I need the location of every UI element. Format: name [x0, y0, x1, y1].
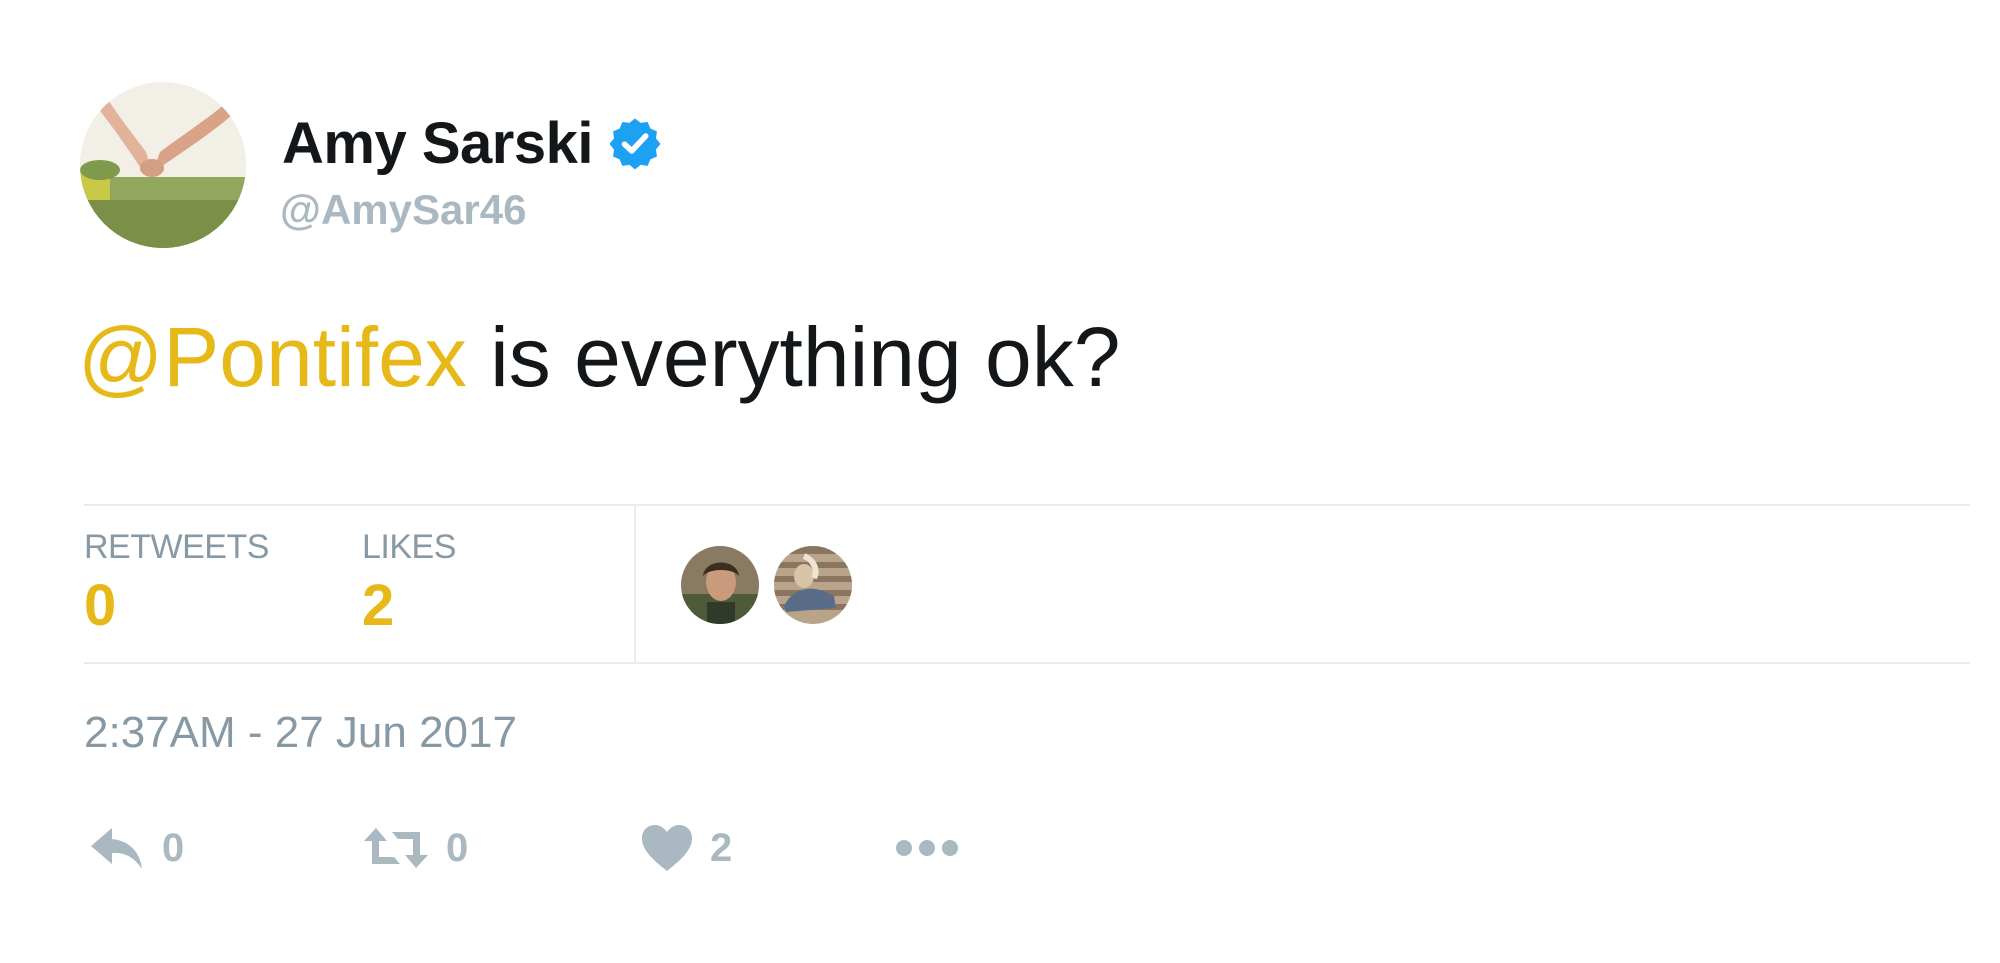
retweet-button[interactable]: 0 [362, 816, 468, 880]
retweet-count: 0 [446, 825, 469, 870]
more-button[interactable] [894, 816, 960, 880]
reply-button[interactable]: 0 [88, 816, 184, 880]
user-handle[interactable]: @AmySar46 [280, 186, 526, 234]
tweet-actions: 0 0 2 [84, 816, 1084, 880]
liker-avatar-image [681, 546, 759, 624]
user-avatar[interactable] [80, 82, 246, 248]
retweet-icon [364, 828, 428, 868]
likes-label: LIKES [362, 528, 456, 566]
reply-count: 0 [162, 825, 185, 870]
likes-value: 2 [362, 573, 395, 638]
tweet-timestamp[interactable]: 2:37AM - 27 Jun 2017 [84, 708, 517, 758]
retweets-label: RETWEETS [84, 528, 269, 566]
name-row: Amy Sarski [282, 108, 663, 178]
likes-stat[interactable]: LIKES 2 [362, 528, 456, 639]
heart-icon [642, 825, 692, 871]
liker-avatar[interactable] [681, 546, 759, 624]
retweets-stat[interactable]: RETWEETS 0 [84, 528, 269, 639]
like-button[interactable]: 2 [640, 816, 732, 880]
retweets-value: 0 [84, 573, 117, 638]
tweet-text: @Pontifex is everything ok? [78, 302, 1120, 412]
tweet-card: Amy Sarski @AmySar46 @Pontifex is everyt… [0, 0, 2000, 963]
reply-icon [91, 828, 142, 869]
display-name[interactable]: Amy Sarski [282, 110, 593, 177]
liker-avatar-image [774, 546, 852, 624]
tweet-stats: RETWEETS 0 LIKES 2 [84, 504, 1970, 664]
more-dots-icon [896, 840, 958, 856]
avatar-image [80, 82, 246, 248]
tweet-body: is everything ok? [466, 310, 1121, 404]
like-count: 2 [710, 825, 733, 870]
mention-link[interactable]: @Pontifex [78, 310, 467, 404]
stats-divider [634, 506, 636, 662]
verified-badge-icon [609, 118, 661, 170]
liker-avatar[interactable] [774, 546, 852, 624]
